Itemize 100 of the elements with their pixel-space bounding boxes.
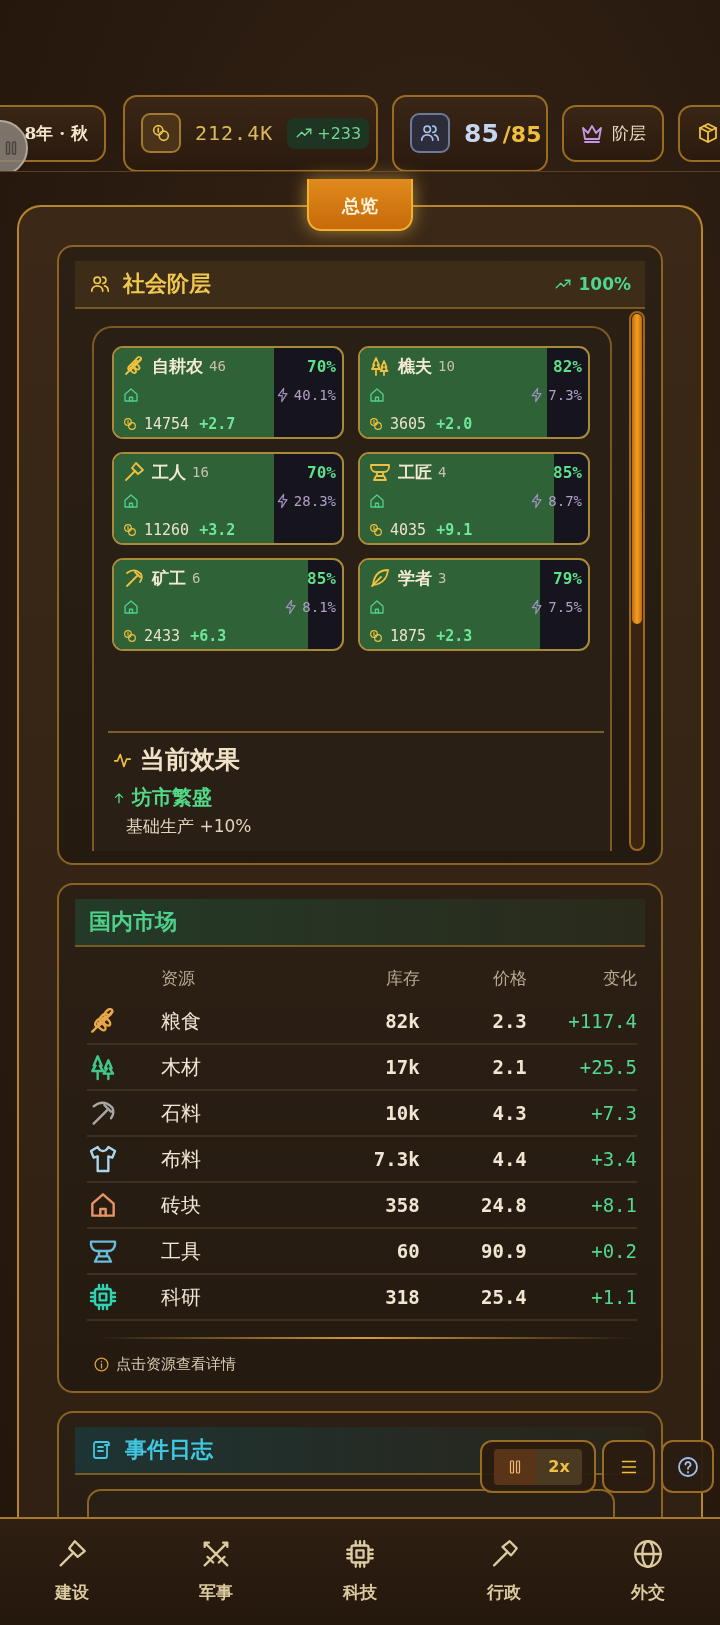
warehouse-button[interactable] (678, 104, 720, 162)
wealth-value: 11260 (144, 520, 190, 539)
coin-icon (122, 415, 138, 432)
nav-item[interactable]: 科技 (288, 1519, 432, 1625)
nav-item[interactable]: 外交 (576, 1519, 720, 1625)
class-card[interactable]: 工匠 4 85% 8.7% 4035 +9.1 (358, 452, 590, 545)
help-button[interactable] (661, 1440, 714, 1493)
scrollbar[interactable] (629, 311, 645, 851)
class-count: 3 (438, 570, 447, 587)
class-name: 工人 (152, 460, 186, 484)
shirt-icon (87, 1143, 119, 1175)
column-header: 变化 (526, 957, 637, 999)
class-card[interactable]: 自耕农 46 70% 40.1% 14754 +2.7 (112, 346, 344, 439)
approval-percent: 85% (307, 568, 336, 588)
population-chip[interactable]: 85 /85 (392, 94, 548, 171)
influence-value: 28.3% (274, 493, 336, 509)
resource-name[interactable]: 工具 (139, 1228, 320, 1274)
influence-value: 8.7% (529, 493, 582, 509)
section-title: 事件日志 (125, 1435, 213, 1464)
influence-value: 7.3% (529, 387, 582, 403)
population-count: 85 (464, 118, 499, 148)
house-icon (122, 386, 140, 404)
resource-name[interactable]: 粮食 (139, 999, 320, 1044)
class-name: 樵夫 (398, 354, 432, 378)
house-icon (368, 386, 386, 404)
wealth-change: +2.7 (199, 414, 236, 433)
menu-button[interactable] (602, 1440, 655, 1493)
class-card[interactable]: 工人 16 70% 28.3% 11260 +3.2 (112, 452, 344, 545)
nav-item[interactable]: 行政 (432, 1519, 576, 1625)
resource-name[interactable]: 布料 (139, 1136, 320, 1182)
effect-name: 坊市繁盛 (132, 784, 212, 811)
price-cell: 24.8 (419, 1182, 527, 1228)
stock-cell: 60 (319, 1228, 420, 1274)
class-name: 工匠 (398, 460, 432, 484)
price-cell: 4.3 (419, 1090, 527, 1136)
coin-icon (122, 627, 138, 644)
wealth-change: +6.3 (190, 626, 227, 645)
class-card[interactable]: 樵夫 10 82% 7.3% 3605 +2.0 (358, 346, 590, 439)
price-cell: 25.4 (419, 1274, 527, 1320)
treasury-chip[interactable]: 212.4K +233 (123, 94, 378, 171)
section-title: 社会阶层 (123, 269, 211, 298)
info-icon (93, 1356, 110, 1373)
class-count: 46 (209, 358, 226, 375)
nav-item[interactable]: 军事 (144, 1519, 288, 1625)
chip-icon (87, 1281, 119, 1313)
resource-name[interactable]: 砖块 (139, 1182, 320, 1228)
influence-value: 7.5% (529, 599, 582, 615)
section-title: 国内市场 (89, 907, 177, 936)
house-icon (368, 492, 386, 510)
arrow-up-icon (112, 790, 126, 805)
class-count: 16 (192, 464, 209, 481)
class-name: 自耕农 (152, 354, 203, 378)
wealth-change: +2.0 (436, 414, 473, 433)
house-icon (122, 492, 140, 510)
wealth-change: +9.1 (436, 520, 473, 539)
approval-total: 100% (554, 274, 631, 294)
income-badge: +233 (287, 117, 370, 149)
house-icon (122, 598, 140, 616)
stock-cell: 17k (319, 1044, 420, 1090)
change-cell: +3.4 (526, 1136, 637, 1182)
stock-cell: 318 (319, 1274, 420, 1320)
class-card[interactable]: 矿工 6 85% 8.1% 2433 +6.3 (112, 558, 344, 651)
wealth-value: 2433 (144, 626, 181, 645)
approval-percent: 70% (307, 356, 336, 376)
house-icon (368, 598, 386, 616)
resource-name[interactable]: 科研 (139, 1274, 320, 1320)
people-icon (419, 122, 441, 144)
stock-cell: 10k (319, 1090, 420, 1136)
change-cell: +117.4 (526, 999, 637, 1044)
price-cell: 2.1 (419, 1044, 527, 1090)
coin-icon (122, 521, 138, 538)
strata-button[interactable]: 阶层 (562, 104, 664, 162)
class-card[interactable]: 学者 3 79% 7.5% 1875 +2.3 (358, 558, 590, 651)
approval-percent: 82% (553, 356, 582, 376)
resource-name[interactable]: 木材 (139, 1044, 320, 1090)
help-icon (675, 1454, 700, 1479)
coin-icon (150, 122, 172, 144)
resource-name[interactable]: 石料 (139, 1090, 320, 1136)
change-cell: +7.3 (526, 1090, 637, 1136)
change-cell: +25.5 (526, 1044, 637, 1090)
class-count: 10 (438, 358, 455, 375)
stock-cell: 82k (319, 999, 420, 1044)
wealth-value: 14754 (144, 414, 190, 433)
column-header: 资源 (160, 966, 197, 990)
coin-icon (368, 521, 384, 538)
approval-percent: 79% (553, 568, 582, 588)
change-cell: +8.1 (526, 1182, 637, 1228)
cube-icon (696, 121, 720, 145)
price-cell: 90.9 (419, 1228, 527, 1274)
speed-button[interactable]: 2x (536, 1448, 582, 1485)
price-cell: 2.3 (419, 999, 527, 1044)
coin-icon (368, 627, 384, 644)
nav-item[interactable]: 建设 (0, 1519, 144, 1625)
stock-cell: 7.3k (319, 1136, 420, 1182)
column-header: 价格 (419, 957, 527, 999)
stock-cell: 358 (319, 1182, 420, 1228)
approval-percent: 85% (553, 462, 582, 482)
pause-button[interactable] (494, 1448, 537, 1485)
coin-icon (368, 415, 384, 432)
wealth-change: +3.2 (199, 520, 236, 539)
